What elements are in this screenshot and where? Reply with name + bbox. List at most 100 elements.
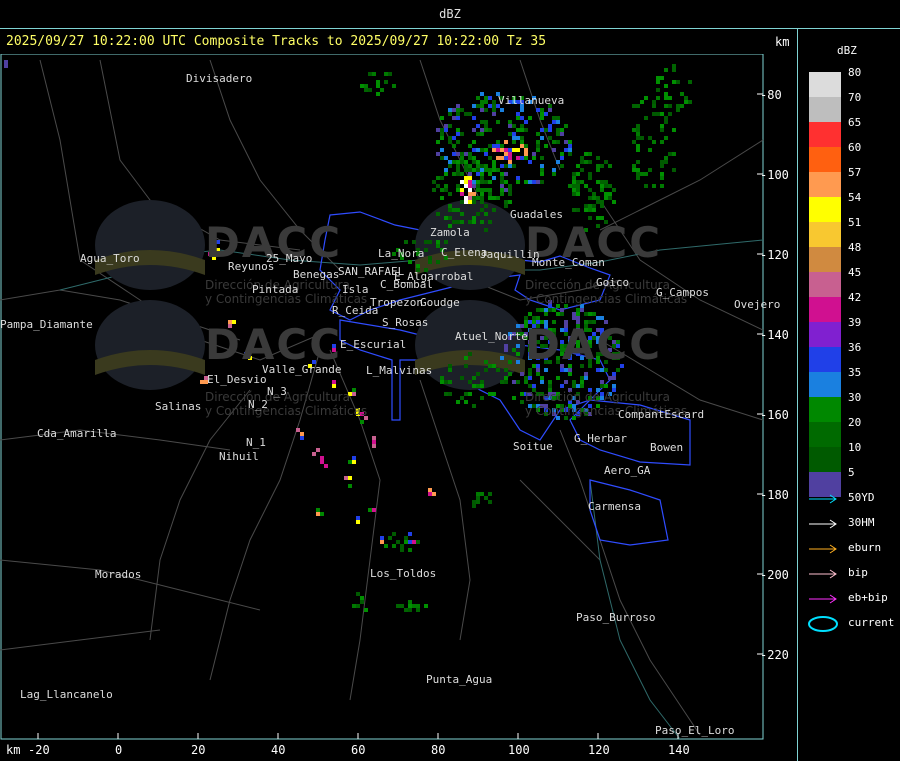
echo-cell [500,180,504,184]
echo-cell [520,136,524,140]
echo-cell [584,208,588,212]
echo-cell [640,172,644,176]
echo-cell [400,548,404,552]
echo-cell [380,536,384,540]
place-label: Goudge [420,296,460,309]
echo-cell [476,164,480,168]
echo-cell [564,140,568,144]
echo-cell [504,164,508,168]
timestamp-header: 2025/09/27 10:22:00 UTC Composite Tracks… [6,34,547,49]
echo-cell [632,128,636,132]
watermark-brand-3: DACC [205,320,343,369]
place-label: Agua_Toro [80,252,140,265]
x-tick-label: 100 [508,743,530,757]
echo-cell [528,180,532,184]
echo-cell [448,160,452,164]
echo-cell [492,208,496,212]
echo-cell [608,192,612,196]
track-key-label: 50YD [848,491,875,504]
echo-cell [516,116,520,120]
echo-cell [492,144,496,148]
echo-cell [464,168,468,172]
y-tick-label: -200 [760,568,789,582]
echo-cell [588,312,592,316]
echo-cell [464,164,468,168]
echo-cell [456,164,460,168]
echo-cell [508,124,512,128]
echo-cell [504,380,508,384]
echo-cell [556,312,560,316]
echo-cell [468,180,472,184]
echo-cell [524,180,528,184]
echo-cell [472,200,476,204]
echo-cell [656,88,660,92]
echo-cell [580,156,584,160]
place-label: L_Malvinas [366,364,433,377]
echo-cell [540,108,544,112]
echo-cell [492,104,496,108]
track-arrow-icon [809,494,837,504]
echo-cell [320,456,324,460]
echo-cell [460,156,464,160]
echo-cell [496,120,500,124]
echo-cell [424,240,428,244]
echo-cell [528,384,532,388]
echo-cell [588,160,592,164]
echo-cell [504,172,508,176]
echo-cell [560,128,564,132]
y-tick-label: -140 [760,328,789,342]
echo-cell [500,148,504,152]
echo-cell [568,152,572,156]
echo-cell [4,60,8,64]
echo-cell [500,380,504,384]
echo-cell [560,156,564,160]
echo-cell [552,308,556,312]
echo-cell [512,348,516,352]
echo-cell [460,200,464,204]
echo-cell [464,112,468,116]
echo-cell [680,104,684,108]
echo-cell [568,372,572,376]
legend-swatch [809,172,841,197]
echo-cell [484,164,488,168]
echo-cell [584,184,588,188]
place-label: N_3 [267,385,287,398]
echo-cell [584,376,588,380]
echo-cell [528,372,532,376]
echo-cell [516,112,520,116]
place-label: El_Desvio [207,373,267,386]
window-title: dBZ [439,7,461,21]
echo-cell [468,152,472,156]
echo-cell [572,208,576,212]
place-label: Aero_GA [604,464,651,477]
echo-cell [504,200,508,204]
echo-cell [516,156,520,160]
echo-cell [516,136,520,140]
echo-cell [456,208,460,212]
echo-cell [416,604,420,608]
echo-cell [600,380,604,384]
echo-cell [604,196,608,200]
echo-cell [548,308,552,312]
echo-cell [412,540,416,544]
place-label: Los_Toldos [370,567,437,580]
echo-cell [508,120,512,124]
echo-cell [516,176,520,180]
echo-cell [556,120,560,124]
echo-cell [480,120,484,124]
echo-cell [412,604,416,608]
echo-cell [480,104,484,108]
echo-cell [504,140,508,144]
place-label: S_Rosas [382,316,429,329]
echo-cell [548,384,552,388]
legend-swatch [809,297,841,322]
echo-cell [492,364,496,368]
echo-cell [484,96,488,100]
echo-cell [484,368,488,372]
echo-cell [460,192,464,196]
legend-label: 35 [848,366,862,379]
echo-cell [476,384,480,388]
echo-cell [524,380,528,384]
current-cell-icon [808,616,838,632]
echo-cell [504,348,508,352]
